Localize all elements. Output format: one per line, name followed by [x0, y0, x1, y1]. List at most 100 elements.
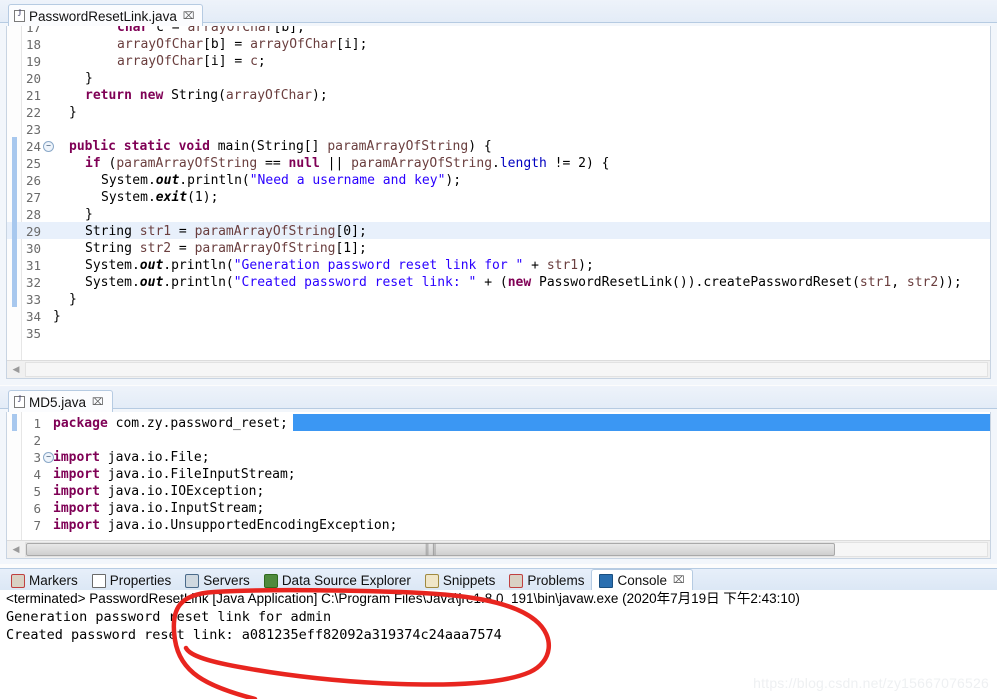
method-range-indicator	[12, 414, 17, 431]
view-tab-label: Problems	[527, 573, 585, 588]
editor-code-top[interactable]: 17 char c = arrayOfChar[b]; 18 arrayOfChar[…	[7, 26, 990, 378]
code-text: System.out.println("Need a username and …	[101, 173, 462, 188]
editor-tab-passwordresetlink[interactable]: PasswordResetLink.java ⌧	[8, 4, 204, 27]
scroll-track[interactable]: ║║	[25, 542, 988, 557]
editor-part-passwordresetlink: PasswordResetLink.java ⌧ 17char c = arra…	[0, 0, 997, 385]
code-line: 2	[7, 431, 990, 448]
view-tab-servers[interactable]: Servers	[178, 570, 257, 591]
view-tab-problems[interactable]: Problems	[502, 570, 591, 591]
code-line: 24− public static void main(String[] para…	[7, 137, 990, 154]
code-line: 3− import java.io.File;	[7, 448, 990, 465]
code-line: 6 import java.io.InputStream;	[7, 499, 990, 516]
line-number: 21	[25, 88, 41, 103]
code-text: }	[69, 105, 77, 120]
code-text: if (paramArrayOfString == null || paramA…	[85, 156, 610, 171]
code-text: arrayOfChar[i] = c;	[117, 54, 266, 69]
code-editor-md5[interactable]: 1 package com.zy.password_reset; 2 3− import…	[6, 412, 991, 559]
scroll-thumb[interactable]: ║║	[26, 543, 836, 556]
console-line: Generation password reset link for admin	[6, 609, 332, 625]
view-tab-label: Data Source Explorer	[281, 573, 411, 588]
text-selection	[293, 414, 990, 431]
editor-tabstrip-top: PasswordResetLink.java ⌧	[0, 0, 997, 27]
problems-icon	[509, 573, 524, 588]
code-text: System.out.println("Generation password …	[85, 258, 594, 273]
code-line: 31 System.out.println("Generation passwor…	[7, 256, 990, 273]
line-number: 18	[25, 37, 41, 52]
code-text: return new String(arrayOfChar);	[85, 88, 328, 103]
view-tab-data-source-explorer[interactable]: Data Source Explorer	[257, 570, 418, 591]
code-text: System.out.println("Created password res…	[85, 275, 962, 290]
code-line: 4 import java.io.FileInputStream;	[7, 465, 990, 482]
view-tab-properties[interactable]: Properties	[85, 570, 179, 591]
code-text: }	[85, 207, 93, 222]
view-tab-markers[interactable]: Markers	[4, 570, 85, 591]
properties-icon	[91, 573, 106, 588]
code-line: 18 arrayOfChar[b] = arrayOfChar[i];	[7, 35, 990, 52]
line-number: 22	[25, 105, 41, 120]
code-line: 26 System.out.println("Need a username an…	[7, 171, 990, 188]
code-line: 19 arrayOfChar[i] = c;	[7, 52, 990, 69]
code-text: public static void main(String[] paramAr…	[69, 139, 492, 154]
scroll-track[interactable]	[25, 362, 988, 377]
view-tabstrip: Markers Properties Servers Data Source Expl…	[0, 568, 997, 592]
line-number: 34	[25, 309, 41, 324]
markers-icon	[11, 573, 25, 588]
line-number: 7	[33, 518, 41, 533]
console-icon	[599, 573, 614, 588]
scroll-grip-icon: ║║	[423, 544, 438, 555]
code-text: import java.io.UnsupportedEncodingExcept…	[53, 518, 398, 533]
code-text: import java.io.File;	[53, 450, 210, 465]
snippets-icon	[424, 573, 439, 588]
code-text: System.exit(1);	[101, 190, 219, 205]
editor-part-md5: MD5.java ⌧ 1package com.zy.password_rese…	[0, 386, 997, 564]
console-launch-header: <terminated> PasswordResetLink [Java App…	[6, 591, 800, 606]
view-tab-label: Servers	[203, 573, 250, 588]
code-text: package com.zy.password_reset;	[53, 416, 288, 431]
java-file-icon	[14, 394, 25, 408]
code-line: 7 import java.io.UnsupportedEncodingExcep…	[7, 516, 990, 533]
editor-tab-md5[interactable]: MD5.java ⌧	[8, 390, 113, 413]
view-tab-label: Markers	[29, 573, 78, 588]
servers-icon	[185, 573, 200, 588]
line-number: 20	[25, 71, 41, 86]
editor-tab-label: PasswordResetLink.java	[29, 8, 177, 24]
code-text: import java.io.InputStream;	[53, 501, 265, 516]
line-number: 6	[33, 501, 41, 516]
line-number: 2	[33, 433, 41, 448]
code-line: 21 return new String(arrayOfChar);	[7, 86, 990, 103]
editor-hscrollbar-top[interactable]: ◀	[7, 360, 990, 378]
scroll-left-arrow-icon[interactable]: ◀	[9, 542, 23, 556]
code-text: String str2 = paramArrayOfString[1];	[85, 241, 367, 256]
code-text: }	[53, 309, 61, 324]
code-text: import java.io.FileInputStream;	[53, 467, 296, 482]
line-number: 3	[33, 450, 41, 465]
code-line: 17 char c = arrayOfChar[b];	[7, 26, 990, 35]
code-line: 29 String str1 = paramArrayOfString[0];	[7, 222, 990, 239]
close-icon[interactable]: ⌧	[183, 11, 195, 22]
code-text: import java.io.IOException;	[53, 484, 265, 499]
code-line: 1 package com.zy.password_reset;	[7, 414, 990, 431]
console-output: Generation password reset link for admin…	[0, 608, 997, 644]
code-fold-toggle-icon[interactable]: −	[43, 141, 54, 152]
view-tab-console[interactable]: Console ⌧	[591, 569, 693, 592]
code-line: 35	[7, 324, 990, 341]
code-editor-passwordresetlink[interactable]: 17 char c = arrayOfChar[b]; 18 arrayOfChar[…	[6, 26, 991, 379]
code-text: String str1 = paramArrayOfString[0];	[85, 224, 367, 239]
editor-code-bottom[interactable]: 1 package com.zy.password_reset; 2 3− import…	[7, 412, 990, 558]
eclipse-ide-window: PasswordResetLink.java ⌧ 17char c = arra…	[0, 0, 997, 699]
view-tab-snippets[interactable]: Snippets	[418, 570, 503, 591]
editor-tabstrip-bottom: MD5.java ⌧	[0, 386, 997, 413]
line-number: 5	[33, 484, 41, 499]
code-line: 27 System.exit(1);	[7, 188, 990, 205]
editor-hscrollbar-bottom[interactable]: ◀ ║║	[7, 540, 990, 558]
close-icon[interactable]: ⌧	[92, 397, 104, 408]
console-line: Created password reset link: a081235eff8…	[6, 627, 502, 643]
line-number: 19	[25, 54, 41, 69]
scroll-left-arrow-icon[interactable]: ◀	[9, 362, 23, 376]
code-line: 34}	[7, 307, 990, 324]
code-text: }	[69, 292, 77, 307]
code-text: arrayOfChar[b] = arrayOfChar[i];	[117, 37, 368, 52]
method-range-indicator	[12, 137, 17, 307]
code-line: 32 System.out.println("Created password r…	[7, 273, 990, 290]
close-icon[interactable]: ⌧	[673, 575, 685, 586]
